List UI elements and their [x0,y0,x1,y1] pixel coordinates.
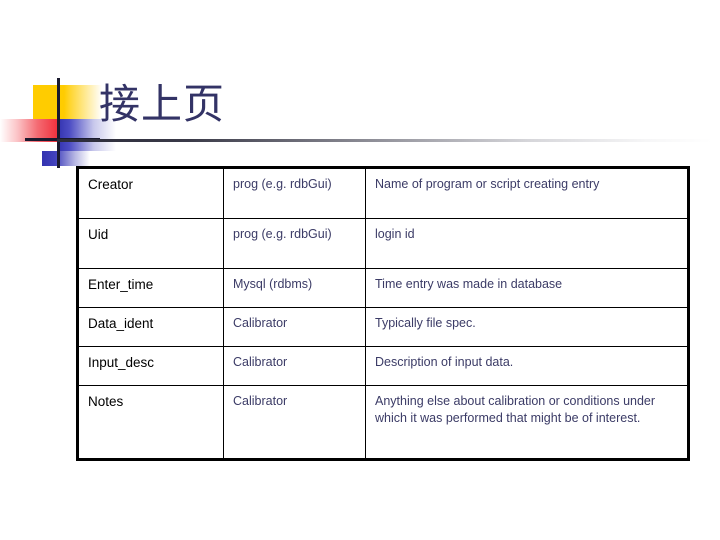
field-source-cell: prog (e.g. rdbGui) [223,218,366,269]
table-row: Enter_time Mysql (rdbms) Time entry was … [77,268,689,308]
field-description-cell: Typically file spec. [365,307,689,347]
title-underline-rule [57,139,712,142]
field-source-cell: Calibrator [223,307,366,347]
spec-table-container: Creator prog (e.g. rdbGui) Name of progr… [76,166,690,461]
blue-gradient-shape-bottom [42,151,90,166]
spec-table: Creator prog (e.g. rdbGui) Name of progr… [76,166,690,461]
field-source-cell: Calibrator [223,346,366,386]
field-description-cell: Name of program or script creating entry [365,167,689,219]
field-name-cell: Enter_time [77,268,224,308]
table-row: Data_ident Calibrator Typically file spe… [77,307,689,347]
table-row: Input_desc Calibrator Description of inp… [77,346,689,386]
field-name-cell: Notes [77,385,224,460]
spec-table-body: Creator prog (e.g. rdbGui) Name of progr… [77,167,689,460]
table-row: Uid prog (e.g. rdbGui) login id [77,218,689,269]
field-description-cell: Time entry was made in database [365,268,689,308]
yellow-gradient-shape [64,85,102,119]
field-description-cell: Anything else about calibration or condi… [365,385,689,460]
table-row: Creator prog (e.g. rdbGui) Name of progr… [77,167,689,219]
field-source-cell: Calibrator [223,385,366,460]
vertical-rule-line [57,78,60,168]
table-row: Notes Calibrator Anything else about cal… [77,385,689,460]
field-source-cell: Mysql (rdbms) [223,268,366,308]
field-description-cell: Description of input data. [365,346,689,386]
field-source-cell: prog (e.g. rdbGui) [223,167,366,219]
field-name-cell: Creator [77,167,224,219]
field-name-cell: Uid [77,218,224,269]
slide-canvas: 接上页 Creator prog (e.g. rdbGui) Name of p… [0,0,720,540]
field-name-cell: Data_ident [77,307,224,347]
field-description-cell: login id [365,218,689,269]
slide-title: 接上页 [99,80,225,128]
field-name-cell: Input_desc [77,346,224,386]
